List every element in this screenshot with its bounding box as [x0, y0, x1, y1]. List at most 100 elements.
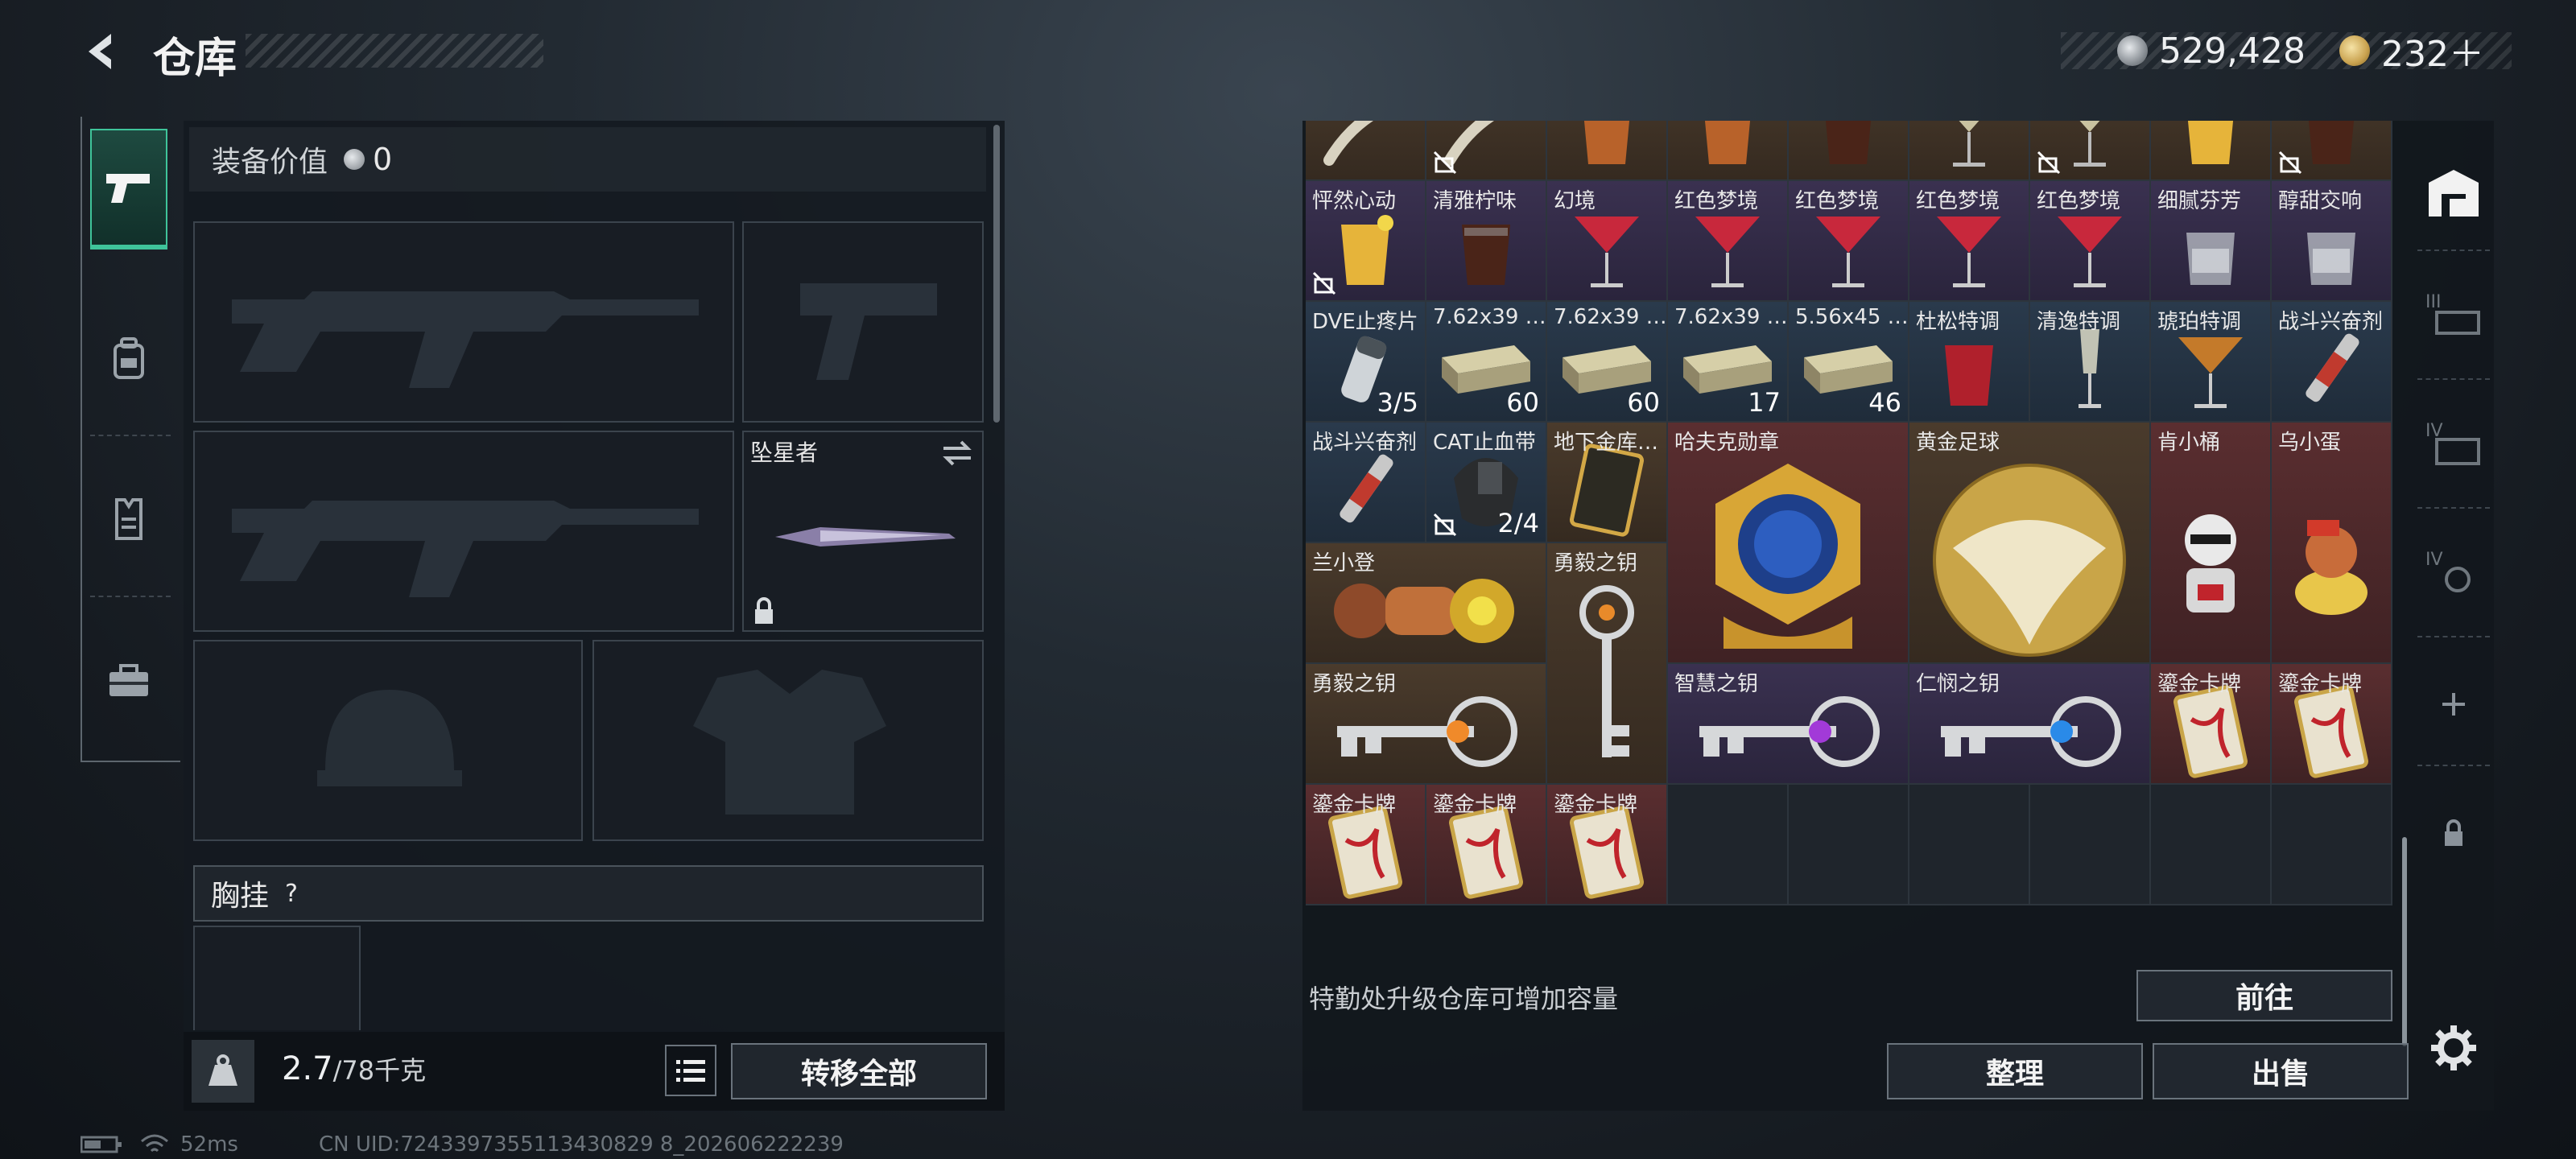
goto-button[interactable]: 前往	[2136, 970, 2392, 1021]
melee-slot[interactable]: 坠星者	[742, 431, 984, 632]
inventory-item[interactable]: 迷雾晨	[2030, 121, 2151, 181]
sell-button[interactable]: 出售	[2153, 1043, 2409, 1099]
tab-vest[interactable]	[90, 459, 167, 580]
glass-clear-icon	[2295, 208, 2368, 292]
tab-storage-4a[interactable]: IV	[2421, 410, 2486, 475]
martini-clear-icon	[1929, 121, 2009, 175]
martini-amber-icon	[2170, 325, 2251, 417]
inventory-item[interactable]: 红色梦境	[1789, 181, 1909, 302]
item-name: 7.62x39 PS	[1433, 305, 1547, 329]
inventory-item[interactable]: 幻境	[1547, 181, 1668, 302]
inventory-item[interactable]: 杜松特调	[1909, 302, 2030, 423]
settings-button[interactable]	[2421, 1016, 2486, 1080]
inventory-item[interactable]: 兰小登	[1306, 543, 1547, 664]
inventory-item[interactable]: 清逸特调	[2030, 302, 2151, 423]
glass-dark-icon	[1812, 121, 1885, 171]
pistol-icon	[106, 174, 150, 203]
inventory-item[interactable]: DVE止疼片 3/5	[1306, 302, 1426, 423]
primary-weapon-slot[interactable]	[193, 221, 734, 423]
left-scrollbar[interactable]	[993, 125, 1000, 423]
inventory-item[interactable]: 细腻芬芳	[2151, 181, 2272, 302]
inventory-item[interactable]: 仁悯之钥	[1909, 664, 2151, 785]
inventory-empty-slot[interactable]	[2272, 785, 2392, 905]
inventory-item[interactable]: 怦然心动	[1306, 181, 1426, 302]
inventory-item[interactable]: 肯小桶	[2151, 423, 2272, 664]
swap-icon[interactable]	[940, 439, 974, 468]
inventory-item[interactable]: 勇毅之钥	[1306, 664, 1547, 785]
chest-help-icon[interactable]: ?	[285, 880, 298, 908]
item-name: 勇毅之钥	[1312, 672, 1397, 696]
item-name: 清逸特调	[2037, 310, 2121, 334]
pistol-slot[interactable]	[742, 221, 984, 423]
inventory-item[interactable]: 清雅柠味	[1426, 181, 1547, 302]
storage-scrollbar[interactable]	[2402, 837, 2407, 1046]
transfer-all-button[interactable]: 转移全部	[731, 1043, 987, 1099]
toolbox-icon	[109, 664, 148, 696]
tab-weapons[interactable]	[90, 129, 167, 250]
glass-clear-icon	[2174, 208, 2247, 292]
inventory-item[interactable]: 雷斯舞步	[1668, 121, 1789, 181]
inventory-empty-slot[interactable]	[2030, 785, 2151, 905]
inventory-item[interactable]: 7.62x39 PS 60	[1426, 302, 1547, 423]
inventory-item[interactable]: 黄金足球	[1909, 423, 2151, 664]
inventory-item[interactable]: 鎏金卡牌	[2151, 664, 2272, 785]
inventory-item[interactable]: 战斗兴奋剂	[1306, 423, 1426, 543]
inventory-item[interactable]: 神秘脑机…	[1426, 121, 1547, 181]
inventory-item[interactable]: 红色梦境	[1668, 181, 1789, 302]
equip-value-amount: 0	[373, 142, 393, 177]
inventory-item[interactable]: 星光猫猫	[2272, 121, 2392, 181]
inventory-item[interactable]: 神秘脑机…	[1306, 121, 1426, 181]
inventory-empty-slot[interactable]	[2151, 785, 2272, 905]
martini-red-icon	[2050, 204, 2130, 296]
inventory-empty-slot[interactable]	[1668, 785, 1789, 905]
inventory-item[interactable]: 鎏金卡牌	[1547, 785, 1668, 905]
inventory-item[interactable]: 5.56x45 M855 46	[1789, 302, 1909, 423]
plus-icon	[2442, 693, 2465, 716]
hideout-icon	[2429, 170, 2479, 217]
upgrade-hint: 特勤处升级仓库可增加容量	[1309, 984, 1619, 1014]
locked-storage-tab[interactable]	[2421, 801, 2486, 865]
tab-storage-3[interactable]: III	[2421, 282, 2486, 346]
inventory-item[interactable]: 智慧之钥	[1668, 664, 1909, 785]
inventory-item[interactable]: 勇毅之钥	[1547, 543, 1668, 785]
sort-button[interactable]: 整理	[1887, 1043, 2143, 1099]
inventory-item[interactable]: 阿萨拉风情	[1789, 121, 1909, 181]
back-button[interactable]	[77, 27, 126, 76]
add-storage-button[interactable]	[2421, 672, 2486, 736]
weight-max: /78千克	[332, 1055, 427, 1086]
inventory-item[interactable]: 鎏金卡牌	[1426, 785, 1547, 905]
list-view-button[interactable]	[665, 1045, 716, 1096]
inventory-item[interactable]: CAT止血带 2/4	[1426, 423, 1547, 543]
inventory-item[interactable]: 乌小蛋	[2272, 423, 2392, 664]
tab-divider	[2417, 250, 2490, 251]
inventory-item[interactable]: 战斗兴奋剂	[2272, 302, 2392, 423]
inventory-item[interactable]: 红色梦境	[1909, 181, 2030, 302]
inventory-item[interactable]: 琥珀特调	[2151, 302, 2272, 423]
inventory-item[interactable]: 7.62x39 PS 17	[1668, 302, 1789, 423]
inventory-item[interactable]: 哈夫克勋章	[1668, 423, 1909, 664]
inventory-item[interactable]: 醇甜交响	[2272, 181, 2392, 302]
inventory-item[interactable]: 嗨棒	[2151, 121, 2272, 181]
tab-hideout[interactable]	[2421, 161, 2486, 225]
inventory-item[interactable]: 红色梦境	[2030, 181, 2151, 302]
secondary-weapon-slot[interactable]	[193, 431, 734, 632]
inventory-item[interactable]: 鎏金卡牌	[1306, 785, 1426, 905]
tab-backpack[interactable]	[90, 298, 167, 419]
svg-text:IV: IV	[2425, 550, 2443, 570]
helmet-slot[interactable]	[193, 640, 583, 841]
card-red-icon	[2166, 683, 2255, 783]
tab-toolbox[interactable]	[90, 620, 167, 740]
inventory-item[interactable]: 地下金库…	[1547, 423, 1668, 543]
chest-rig-slot[interactable]	[193, 926, 361, 1030]
armor-slot[interactable]	[592, 640, 984, 841]
currency-gold[interactable]: 232＋	[2339, 31, 2484, 75]
inventory-item[interactable]: 迷雾晨	[1909, 121, 2030, 181]
inventory-item[interactable]: 雷斯舞步	[1547, 121, 1668, 181]
inventory-empty-slot[interactable]	[1789, 785, 1909, 905]
inventory-item[interactable]: 鎏金卡牌	[2272, 664, 2392, 785]
inventory-item[interactable]: 7.62x39 PS 60	[1547, 302, 1668, 423]
inventory-empty-slot[interactable]	[1909, 785, 2030, 905]
tab-storage-4b[interactable]: IV	[2421, 539, 2486, 604]
equip-value: 装备价值 0	[189, 127, 986, 192]
item-name: 鎏金卡牌	[2157, 672, 2242, 696]
